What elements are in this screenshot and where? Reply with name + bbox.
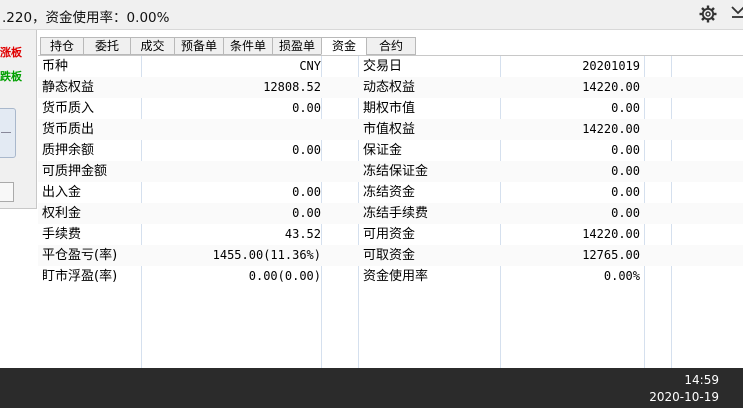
field-value: 12765.00 [582,248,640,262]
field-label: 盯市浮盈(率) [42,269,118,284]
field-value: 14220.00 [582,122,640,136]
field-value: CNY [299,59,321,73]
field-label: 货币质入 [42,101,95,116]
table-row[interactable]: 平仓盈亏(率) 1455.00(11.36%) 可取资金 12765.00 [38,245,743,266]
gear-icon[interactable] [698,4,718,24]
field-label: 交易日 [363,59,403,74]
field-value: 0.00 [611,101,640,115]
field-label: 保证金 [363,143,403,158]
field-value: 0.00 [292,185,321,199]
field-value: 20201019 [582,59,640,73]
table-row[interactable]: 货币质出 市值权益 14220.00 [38,119,743,140]
field-label: 可取资金 [363,248,416,263]
field-label: 平仓盈亏(率) [42,248,118,263]
clock-time[interactable]: 14:59 [684,373,719,387]
field-value: 0.00 [292,101,321,115]
field-value: 43.52 [284,227,321,241]
field-value: 0.00% [603,269,640,283]
field-value: 12808.52 [263,80,321,94]
table-row[interactable]: 静态权益 12808.52 动态权益 14220.00 [38,77,743,98]
field-label: 可用资金 [363,227,416,242]
field-label: 资金使用率 [363,269,429,284]
fall-label[interactable]: 跌板 [0,68,22,84]
field-label: 动态权益 [363,80,416,95]
account-summary-text: .220，资金使用率：0.00% [2,10,170,26]
tab-funds[interactable]: 资金 [321,37,366,55]
tab-stop-orders[interactable]: 损盈单 [272,37,321,55]
left-action-button[interactable] [0,182,14,202]
field-label: 市值权益 [363,122,416,137]
left-lower-area [0,209,37,368]
download-arrow-icon[interactable] [730,2,743,24]
field-label: 冻结手续费 [363,206,429,221]
field-label: 手续费 [42,227,82,242]
field-label: 货币质出 [42,122,95,137]
field-value [221,119,321,140]
tab-bar: 持仓 委托 成交 预备单 条件单 损盈单 资金 合约 [40,37,416,55]
rise-label[interactable]: 涨板 [0,44,22,60]
field-value: 0.00 [611,185,640,199]
funds-table: 币种 CNY 交易日 20201019 静态权益 12808.52 动态权益 1… [38,55,743,369]
top-status-bar: .220，资金使用率：0.00% [0,0,743,30]
table-row[interactable]: 手续费 43.52 可用资金 14220.00 [38,224,743,245]
table-row[interactable]: 质押余额 0.00 保证金 0.00 [38,140,743,161]
tab-positions[interactable]: 持仓 [40,37,83,55]
table-row[interactable]: 可质押金额 冻结保证金 0.00 [38,161,743,182]
field-value: 0.00 [292,143,321,157]
tab-conditional-orders[interactable]: 条件单 [223,37,272,55]
field-label: 质押余额 [42,143,95,158]
field-label: 静态权益 [42,80,95,95]
field-value: 0.00 [611,164,640,178]
table-row[interactable]: 币种 CNY 交易日 20201019 [38,56,743,77]
left-quantity-box[interactable] [0,108,16,158]
taskbar: 14:59 2020-10-19 [0,368,743,408]
tab-preset-orders[interactable]: 预备单 [174,37,223,55]
clock-date[interactable]: 2020-10-19 [649,390,719,404]
tab-contracts[interactable]: 合约 [366,37,416,55]
field-value: 0.00 [292,206,321,220]
field-value: 0.00 [611,143,640,157]
field-label: 冻结资金 [363,185,416,200]
field-value: 14220.00 [582,80,640,94]
field-label: 期权市值 [363,101,416,116]
field-label: 冻结保证金 [363,164,429,179]
left-panel: 涨板 跌板 [0,30,37,368]
table-row[interactable]: 货币质入 0.00 期权市值 0.00 [38,98,743,119]
field-label: 权利金 [42,206,82,221]
field-label: 出入金 [42,185,82,200]
field-label: 币种 [42,59,69,74]
field-value: 0.00 [611,206,640,220]
field-value: 14220.00 [582,227,640,241]
table-row[interactable]: 出入金 0.00 冻结资金 0.00 [38,182,743,203]
tab-orders[interactable]: 委托 [83,37,130,55]
field-value [221,161,321,182]
tab-trades[interactable]: 成交 [130,37,174,55]
field-label: 可质押金额 [42,164,108,179]
divider [1,132,11,133]
field-value: 1455.00(11.36%) [212,248,321,262]
field-value: 0.00(0.00) [248,269,321,283]
table-row[interactable]: 盯市浮盈(率) 0.00(0.00) 资金使用率 0.00% [38,266,743,287]
table-row[interactable]: 权利金 0.00 冻结手续费 0.00 [38,203,743,224]
